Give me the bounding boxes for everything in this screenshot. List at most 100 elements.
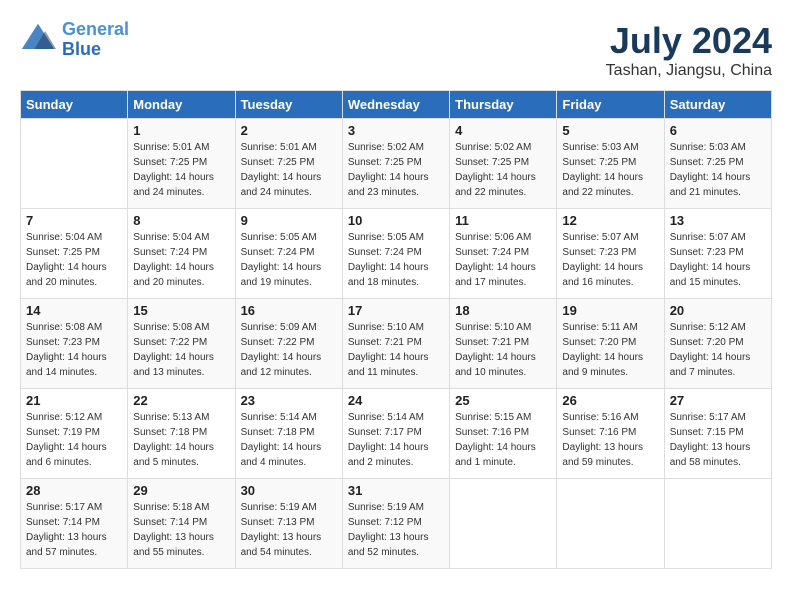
month-year-title: July 2024 xyxy=(606,20,772,62)
calendar-cell: 6 Sunrise: 5:03 AM Sunset: 7:25 PM Daylig… xyxy=(664,119,771,209)
day-number: 14 xyxy=(26,303,122,318)
day-number: 8 xyxy=(133,213,229,228)
header-friday: Friday xyxy=(557,91,664,119)
title-section: July 2024 Tashan, Jiangsu, China xyxy=(606,20,772,80)
logo-blue: Blue xyxy=(62,39,101,59)
day-info: Sunrise: 5:13 AM Sunset: 7:18 PM Dayligh… xyxy=(133,410,229,470)
calendar-cell: 25 Sunrise: 5:15 AM Sunset: 7:16 PM Dayli… xyxy=(450,389,557,479)
calendar-cell: 24 Sunrise: 5:14 AM Sunset: 7:17 PM Dayli… xyxy=(342,389,449,479)
calendar-cell: 14Sunrise: 5:08 AM Sunset: 7:23 PM Dayli… xyxy=(21,299,128,389)
calendar-week-row: 21Sunrise: 5:12 AM Sunset: 7:19 PM Dayli… xyxy=(21,389,772,479)
day-number: 22 xyxy=(133,393,229,408)
day-number: 6 xyxy=(670,123,766,138)
day-number: 26 xyxy=(562,393,658,408)
calendar-cell: 4Sunrise: 5:02 AM Sunset: 7:25 PM Daylig… xyxy=(450,119,557,209)
day-info: Sunrise: 5:19 AM Sunset: 7:13 PM Dayligh… xyxy=(241,500,337,560)
calendar-cell: 2 Sunrise: 5:01 AM Sunset: 7:25 PM Daylig… xyxy=(235,119,342,209)
day-number: 18 xyxy=(455,303,551,318)
calendar-cell xyxy=(664,479,771,569)
day-info: Sunrise: 5:04 AM Sunset: 7:25 PM Dayligh… xyxy=(26,230,122,290)
calendar-cell: 21Sunrise: 5:12 AM Sunset: 7:19 PM Dayli… xyxy=(21,389,128,479)
day-info: Sunrise: 5:03 AM Sunset: 7:25 PM Dayligh… xyxy=(562,140,658,200)
calendar-cell xyxy=(450,479,557,569)
day-number: 4 xyxy=(455,123,551,138)
day-number: 16 xyxy=(241,303,337,318)
calendar-cell: 7Sunrise: 5:04 AM Sunset: 7:25 PM Daylig… xyxy=(21,209,128,299)
day-number: 30 xyxy=(241,483,337,498)
calendar-cell: 13 Sunrise: 5:07 AM Sunset: 7:23 PM Dayli… xyxy=(664,209,771,299)
day-number: 31 xyxy=(348,483,444,498)
calendar-cell: 26 Sunrise: 5:16 AM Sunset: 7:16 PM Dayli… xyxy=(557,389,664,479)
day-info: Sunrise: 5:07 AM Sunset: 7:23 PM Dayligh… xyxy=(562,230,658,290)
calendar-cell: 23Sunrise: 5:14 AM Sunset: 7:18 PM Dayli… xyxy=(235,389,342,479)
day-info: Sunrise: 5:04 AM Sunset: 7:24 PM Dayligh… xyxy=(133,230,229,290)
day-info: Sunrise: 5:18 AM Sunset: 7:14 PM Dayligh… xyxy=(133,500,229,560)
day-info: Sunrise: 5:05 AM Sunset: 7:24 PM Dayligh… xyxy=(348,230,444,290)
calendar-cell: 17Sunrise: 5:10 AM Sunset: 7:21 PM Dayli… xyxy=(342,299,449,389)
day-info: Sunrise: 5:02 AM Sunset: 7:25 PM Dayligh… xyxy=(348,140,444,200)
calendar-cell: 22 Sunrise: 5:13 AM Sunset: 7:18 PM Dayli… xyxy=(128,389,235,479)
day-info: Sunrise: 5:01 AM Sunset: 7:25 PM Dayligh… xyxy=(241,140,337,200)
calendar-week-row: 1 Sunrise: 5:01 AM Sunset: 7:25 PM Daylig… xyxy=(21,119,772,209)
calendar-cell: 28 Sunrise: 5:17 AM Sunset: 7:14 PM Dayli… xyxy=(21,479,128,569)
calendar-cell: 19 Sunrise: 5:11 AM Sunset: 7:20 PM Dayli… xyxy=(557,299,664,389)
day-number: 29 xyxy=(133,483,229,498)
day-info: Sunrise: 5:16 AM Sunset: 7:16 PM Dayligh… xyxy=(562,410,658,470)
day-number: 12 xyxy=(562,213,658,228)
day-info: Sunrise: 5:17 AM Sunset: 7:15 PM Dayligh… xyxy=(670,410,766,470)
day-info: Sunrise: 5:14 AM Sunset: 7:17 PM Dayligh… xyxy=(348,410,444,470)
day-info: Sunrise: 5:07 AM Sunset: 7:23 PM Dayligh… xyxy=(670,230,766,290)
header-saturday: Saturday xyxy=(664,91,771,119)
calendar-cell: 29 Sunrise: 5:18 AM Sunset: 7:14 PM Dayli… xyxy=(128,479,235,569)
calendar-cell: 27 Sunrise: 5:17 AM Sunset: 7:15 PM Dayli… xyxy=(664,389,771,479)
day-number: 10 xyxy=(348,213,444,228)
header-sunday: Sunday xyxy=(21,91,128,119)
calendar-cell: 16Sunrise: 5:09 AM Sunset: 7:22 PM Dayli… xyxy=(235,299,342,389)
calendar-header-row: SundayMondayTuesdayWednesdayThursdayFrid… xyxy=(21,91,772,119)
logo: General Blue xyxy=(20,20,129,60)
day-number: 20 xyxy=(670,303,766,318)
day-number: 19 xyxy=(562,303,658,318)
header-thursday: Thursday xyxy=(450,91,557,119)
day-number: 24 xyxy=(348,393,444,408)
day-number: 28 xyxy=(26,483,122,498)
calendar-cell xyxy=(21,119,128,209)
calendar-cell: 30 Sunrise: 5:19 AM Sunset: 7:13 PM Dayli… xyxy=(235,479,342,569)
header-monday: Monday xyxy=(128,91,235,119)
calendar-cell: 31 Sunrise: 5:19 AM Sunset: 7:12 PM Dayli… xyxy=(342,479,449,569)
header-wednesday: Wednesday xyxy=(342,91,449,119)
location-subtitle: Tashan, Jiangsu, China xyxy=(606,62,772,80)
calendar-cell: 18 Sunrise: 5:10 AM Sunset: 7:21 PM Dayli… xyxy=(450,299,557,389)
calendar-cell: 9Sunrise: 5:05 AM Sunset: 7:24 PM Daylig… xyxy=(235,209,342,299)
day-info: Sunrise: 5:10 AM Sunset: 7:21 PM Dayligh… xyxy=(455,320,551,380)
day-number: 25 xyxy=(455,393,551,408)
calendar-cell: 20Sunrise: 5:12 AM Sunset: 7:20 PM Dayli… xyxy=(664,299,771,389)
calendar-table: SundayMondayTuesdayWednesdayThursdayFrid… xyxy=(20,90,772,569)
logo-icon xyxy=(20,22,56,58)
calendar-cell: 3 Sunrise: 5:02 AM Sunset: 7:25 PM Daylig… xyxy=(342,119,449,209)
calendar-cell: 5Sunrise: 5:03 AM Sunset: 7:25 PM Daylig… xyxy=(557,119,664,209)
calendar-cell xyxy=(557,479,664,569)
day-info: Sunrise: 5:01 AM Sunset: 7:25 PM Dayligh… xyxy=(133,140,229,200)
day-info: Sunrise: 5:15 AM Sunset: 7:16 PM Dayligh… xyxy=(455,410,551,470)
header-tuesday: Tuesday xyxy=(235,91,342,119)
calendar-week-row: 28 Sunrise: 5:17 AM Sunset: 7:14 PM Dayli… xyxy=(21,479,772,569)
day-info: Sunrise: 5:11 AM Sunset: 7:20 PM Dayligh… xyxy=(562,320,658,380)
page-header: General Blue July 2024 Tashan, Jiangsu, … xyxy=(20,20,772,80)
day-number: 3 xyxy=(348,123,444,138)
day-info: Sunrise: 5:17 AM Sunset: 7:14 PM Dayligh… xyxy=(26,500,122,560)
day-info: Sunrise: 5:19 AM Sunset: 7:12 PM Dayligh… xyxy=(348,500,444,560)
day-info: Sunrise: 5:10 AM Sunset: 7:21 PM Dayligh… xyxy=(348,320,444,380)
day-number: 2 xyxy=(241,123,337,138)
calendar-cell: 12 Sunrise: 5:07 AM Sunset: 7:23 PM Dayli… xyxy=(557,209,664,299)
day-info: Sunrise: 5:06 AM Sunset: 7:24 PM Dayligh… xyxy=(455,230,551,290)
day-number: 1 xyxy=(133,123,229,138)
calendar-cell: 11 Sunrise: 5:06 AM Sunset: 7:24 PM Dayli… xyxy=(450,209,557,299)
logo-general: General xyxy=(62,19,129,39)
day-number: 11 xyxy=(455,213,551,228)
day-number: 13 xyxy=(670,213,766,228)
day-info: Sunrise: 5:08 AM Sunset: 7:22 PM Dayligh… xyxy=(133,320,229,380)
calendar-cell: 10 Sunrise: 5:05 AM Sunset: 7:24 PM Dayli… xyxy=(342,209,449,299)
day-number: 27 xyxy=(670,393,766,408)
day-info: Sunrise: 5:03 AM Sunset: 7:25 PM Dayligh… xyxy=(670,140,766,200)
